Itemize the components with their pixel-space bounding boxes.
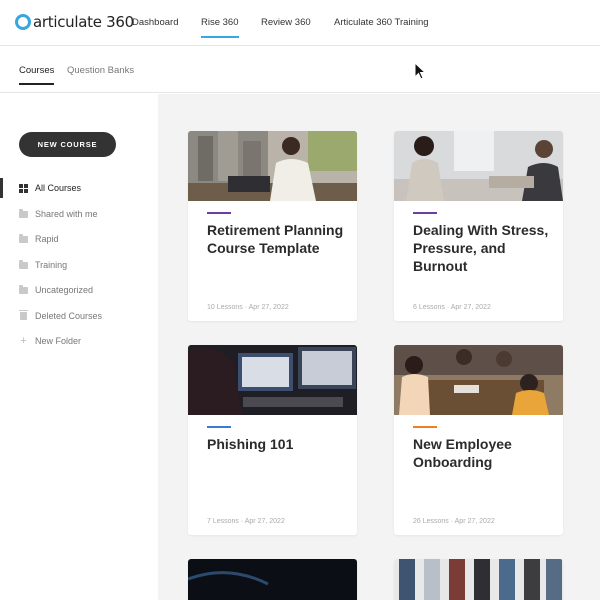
sidebar-item-label: Shared with me <box>35 209 98 219</box>
course-card[interactable] <box>188 559 357 600</box>
plus-icon: + <box>20 334 27 347</box>
new-course-button[interactable]: NEW COURSE <box>19 132 116 157</box>
course-card[interactable]: New Employee Onboarding 26 Lessons · Apr… <box>394 345 563 535</box>
shared-folder-icon <box>19 208 28 219</box>
course-grid: Retirement Planning Course Template 10 L… <box>158 94 600 600</box>
nav-rise-360[interactable]: Rise 360 <box>201 17 239 38</box>
tab-question-banks[interactable]: Question Banks <box>67 65 134 76</box>
sidebar: NEW COURSE All Courses Shared with me Ra… <box>0 94 158 600</box>
mouse-cursor-icon <box>414 62 426 80</box>
course-title[interactable]: Dealing With Stress, Pressure, and Burno… <box>413 221 553 275</box>
grid-icon <box>19 183 28 193</box>
trash-icon <box>19 310 28 321</box>
course-title[interactable]: New Employee Onboarding <box>413 435 553 471</box>
card-accent-bar <box>413 426 437 428</box>
course-meta: 6 Lessons · Apr 27, 2022 <box>413 304 491 311</box>
nav-dashboard[interactable]: Dashboard <box>132 17 178 28</box>
sub-navigation: Courses Question Banks <box>0 47 600 93</box>
course-thumbnail <box>188 559 357 600</box>
course-meta: 26 Lessons · Apr 27, 2022 <box>413 518 495 525</box>
sidebar-item-shared-with-me[interactable]: Shared with me <box>0 204 158 224</box>
sidebar-item-label: Deleted Courses <box>35 311 103 321</box>
sidebar-item-new-folder[interactable]: + New Folder <box>0 331 158 351</box>
folder-icon <box>19 259 28 270</box>
sidebar-item-training[interactable]: Training <box>0 255 158 275</box>
course-meta: 7 Lessons · Apr 27, 2022 <box>207 518 285 525</box>
nav-review-360[interactable]: Review 360 <box>261 17 311 28</box>
course-card[interactable]: Dealing With Stress, Pressure, and Burno… <box>394 131 563 321</box>
nav-articulate-360-training[interactable]: Articulate 360 Training <box>334 17 429 28</box>
sidebar-item-uncategorized[interactable]: Uncategorized <box>0 280 158 300</box>
course-title[interactable]: Phishing 101 <box>207 435 347 453</box>
course-card[interactable]: Phishing 101 7 Lessons · Apr 27, 2022 <box>188 345 357 535</box>
course-meta: 10 Lessons · Apr 27, 2022 <box>207 304 289 311</box>
sidebar-item-rapid[interactable]: Rapid <box>0 229 158 249</box>
course-card[interactable] <box>394 559 563 600</box>
folder-icon <box>19 233 28 244</box>
articulate-logo[interactable]: articulate 360 <box>15 13 134 31</box>
course-thumbnail <box>188 345 357 415</box>
sidebar-item-deleted-courses[interactable]: Deleted Courses <box>0 306 158 326</box>
sidebar-item-all-courses[interactable]: All Courses <box>0 178 158 198</box>
course-thumbnail <box>394 345 563 415</box>
folder-icon <box>19 284 28 295</box>
tab-courses[interactable]: Courses <box>19 65 55 85</box>
course-card[interactable]: Retirement Planning Course Template 10 L… <box>188 131 357 321</box>
course-thumbnail <box>394 131 563 201</box>
sidebar-item-label: Training <box>35 260 68 270</box>
sidebar-item-label: Rapid <box>35 234 59 244</box>
logo-text: articulate 360 <box>33 13 134 31</box>
sidebar-item-label: New Folder <box>35 336 82 346</box>
course-thumbnail <box>394 559 563 600</box>
course-thumbnail <box>188 131 357 201</box>
card-accent-bar <box>207 212 231 214</box>
course-title[interactable]: Retirement Planning Course Template <box>207 221 347 257</box>
card-accent-bar <box>207 426 231 428</box>
sidebar-item-label: All Courses <box>35 183 82 193</box>
top-navigation: articulate 360 Dashboard Rise 360 Review… <box>0 0 600 46</box>
card-accent-bar <box>413 212 437 214</box>
articulate-logo-icon <box>15 14 31 30</box>
sidebar-item-label: Uncategorized <box>35 285 94 295</box>
